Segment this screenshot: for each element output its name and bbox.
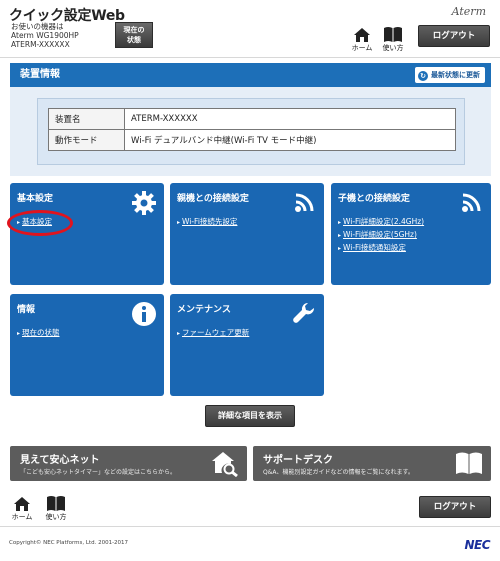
tile-maintenance: メンテナンス ファームウェア更新 xyxy=(170,294,324,396)
link-current-status[interactable]: 現在の状態 xyxy=(17,327,60,340)
home-label: ホーム xyxy=(11,513,33,521)
tile-links: ファームウェア更新 xyxy=(177,327,249,340)
home-icon xyxy=(14,497,30,511)
wifi-icon xyxy=(295,193,314,212)
device-info-table: 装置名 ATERM-XXXXXX 動作モード Wi-Fi デュアルバンド中継(W… xyxy=(48,108,456,151)
aterm-logo: Aterm xyxy=(451,5,486,18)
home-icon xyxy=(354,28,370,42)
refresh-label: 最新状態に更新 xyxy=(431,71,480,79)
link-wifi-notify[interactable]: Wi-Fi接続通知設定 xyxy=(338,242,424,255)
current-status-label: 現在の状態 xyxy=(123,26,145,44)
home-search-icon xyxy=(212,452,238,477)
link-wifi-connection[interactable]: Wi-Fi接続先設定 xyxy=(177,216,237,229)
tile-title: 基本設定 xyxy=(17,194,54,204)
book-icon xyxy=(456,452,482,474)
banner-title: 見えて安心ネット xyxy=(20,455,100,466)
help-nav[interactable]: 使い方 xyxy=(380,26,406,53)
book-icon xyxy=(47,496,65,511)
info-icon xyxy=(132,302,156,326)
footer-logout-button[interactable]: ログアウト xyxy=(419,496,491,518)
current-status-button[interactable]: 現在の状態 xyxy=(115,22,153,48)
tile-links: Wi-Fi詳細設定(2.4GHz) Wi-Fi詳細設定(5GHz) Wi-Fi接… xyxy=(338,216,424,255)
banner-support-desk[interactable]: サポートデスク Q&A、機能別設定ガイドなどの情報をご覧になれます。 xyxy=(253,446,491,481)
tile-title: メンテナンス xyxy=(177,305,231,315)
tile-parent-connection: 親機との接続設定 Wi-Fi接続先設定 xyxy=(170,183,324,285)
show-details-button[interactable]: 詳細な項目を表示 xyxy=(205,405,295,427)
banner-title: サポートデスク xyxy=(263,455,333,466)
wifi-icon xyxy=(462,193,481,212)
row-value: Wi-Fi デュアルバンド中継(Wi-Fi TV モード中継) xyxy=(124,129,456,151)
tile-child-connection: 子機との接続設定 Wi-Fi詳細設定(2.4GHz) Wi-Fi詳細設定(5GH… xyxy=(331,183,491,285)
footer-divider xyxy=(0,526,500,527)
footer-help-nav[interactable]: 使い方 xyxy=(43,495,69,522)
row-key: 動作モード xyxy=(48,129,125,151)
link-firmware-update[interactable]: ファームウェア更新 xyxy=(177,327,249,340)
home-label: ホーム xyxy=(351,44,373,52)
banner-desc: Q&A、機能別設定ガイドなどの情報をご覧になれます。 xyxy=(263,469,414,476)
row-value: ATERM-XXXXXX xyxy=(124,108,456,130)
device-info-panel: 装置情報 ↻ 最新状態に更新 装置名 ATERM-XXXXXX 動作モード Wi-… xyxy=(10,63,491,176)
gear-icon xyxy=(132,191,156,215)
book-icon xyxy=(384,27,402,42)
link-wifi-detail-5[interactable]: Wi-Fi詳細設定(5GHz) xyxy=(338,229,424,242)
wrench-icon xyxy=(293,302,315,323)
help-label: 使い方 xyxy=(45,513,67,521)
table-row: 動作モード Wi-Fi デュアルバンド中継(Wi-Fi TV モード中継) xyxy=(48,129,456,151)
row-key: 装置名 xyxy=(48,108,125,130)
home-nav[interactable]: ホーム xyxy=(349,27,375,53)
tile-links: Wi-Fi接続先設定 xyxy=(177,216,237,229)
device-name: ATERM-XXXXXX xyxy=(11,40,70,49)
help-label: 使い方 xyxy=(382,44,404,52)
refresh-button[interactable]: ↻ 最新状態に更新 xyxy=(415,67,485,83)
banner-safety-net[interactable]: 見えて安心ネット 「こども安心ネットタイマー」などの設定はこちらから。 xyxy=(10,446,247,481)
device-info-box: 装置名 ATERM-XXXXXX 動作モード Wi-Fi デュアルバンド中継(W… xyxy=(37,98,465,165)
link-wifi-detail-24[interactable]: Wi-Fi詳細設定(2.4GHz) xyxy=(338,216,424,229)
refresh-icon: ↻ xyxy=(418,71,428,81)
device-info-title: 装置情報 xyxy=(20,69,60,80)
highlight-circle xyxy=(7,210,73,236)
tile-links: 現在の状態 xyxy=(17,327,60,340)
device-summary: お使いの機器は Aterm WG1900HP ATERM-XXXXXX xyxy=(11,22,79,49)
tile-title: 情報 xyxy=(17,305,36,315)
table-row: 装置名 ATERM-XXXXXX xyxy=(48,108,456,130)
banner-desc: 「こども安心ネットタイマー」などの設定はこちらから。 xyxy=(20,469,177,476)
device-info-header: 装置情報 ↻ 最新状態に更新 xyxy=(10,63,491,87)
copyright: Copyright© NEC Platforms, Ltd. 2001-2017 xyxy=(9,540,129,546)
tile-title: 子機との接続設定 xyxy=(338,194,410,204)
tile-info: 情報 現在の状態 xyxy=(10,294,164,396)
nec-logo: NEC xyxy=(464,538,490,552)
footer-home-nav[interactable]: ホーム xyxy=(9,496,35,522)
device-model: Aterm WG1900HP xyxy=(11,31,79,40)
logout-button[interactable]: ログアウト xyxy=(418,25,490,47)
device-label: お使いの機器は xyxy=(11,22,64,31)
header: クイック設定Web お使いの機器は Aterm WG1900HP ATERM-X… xyxy=(0,0,500,58)
tile-title: 親機との接続設定 xyxy=(177,194,249,204)
